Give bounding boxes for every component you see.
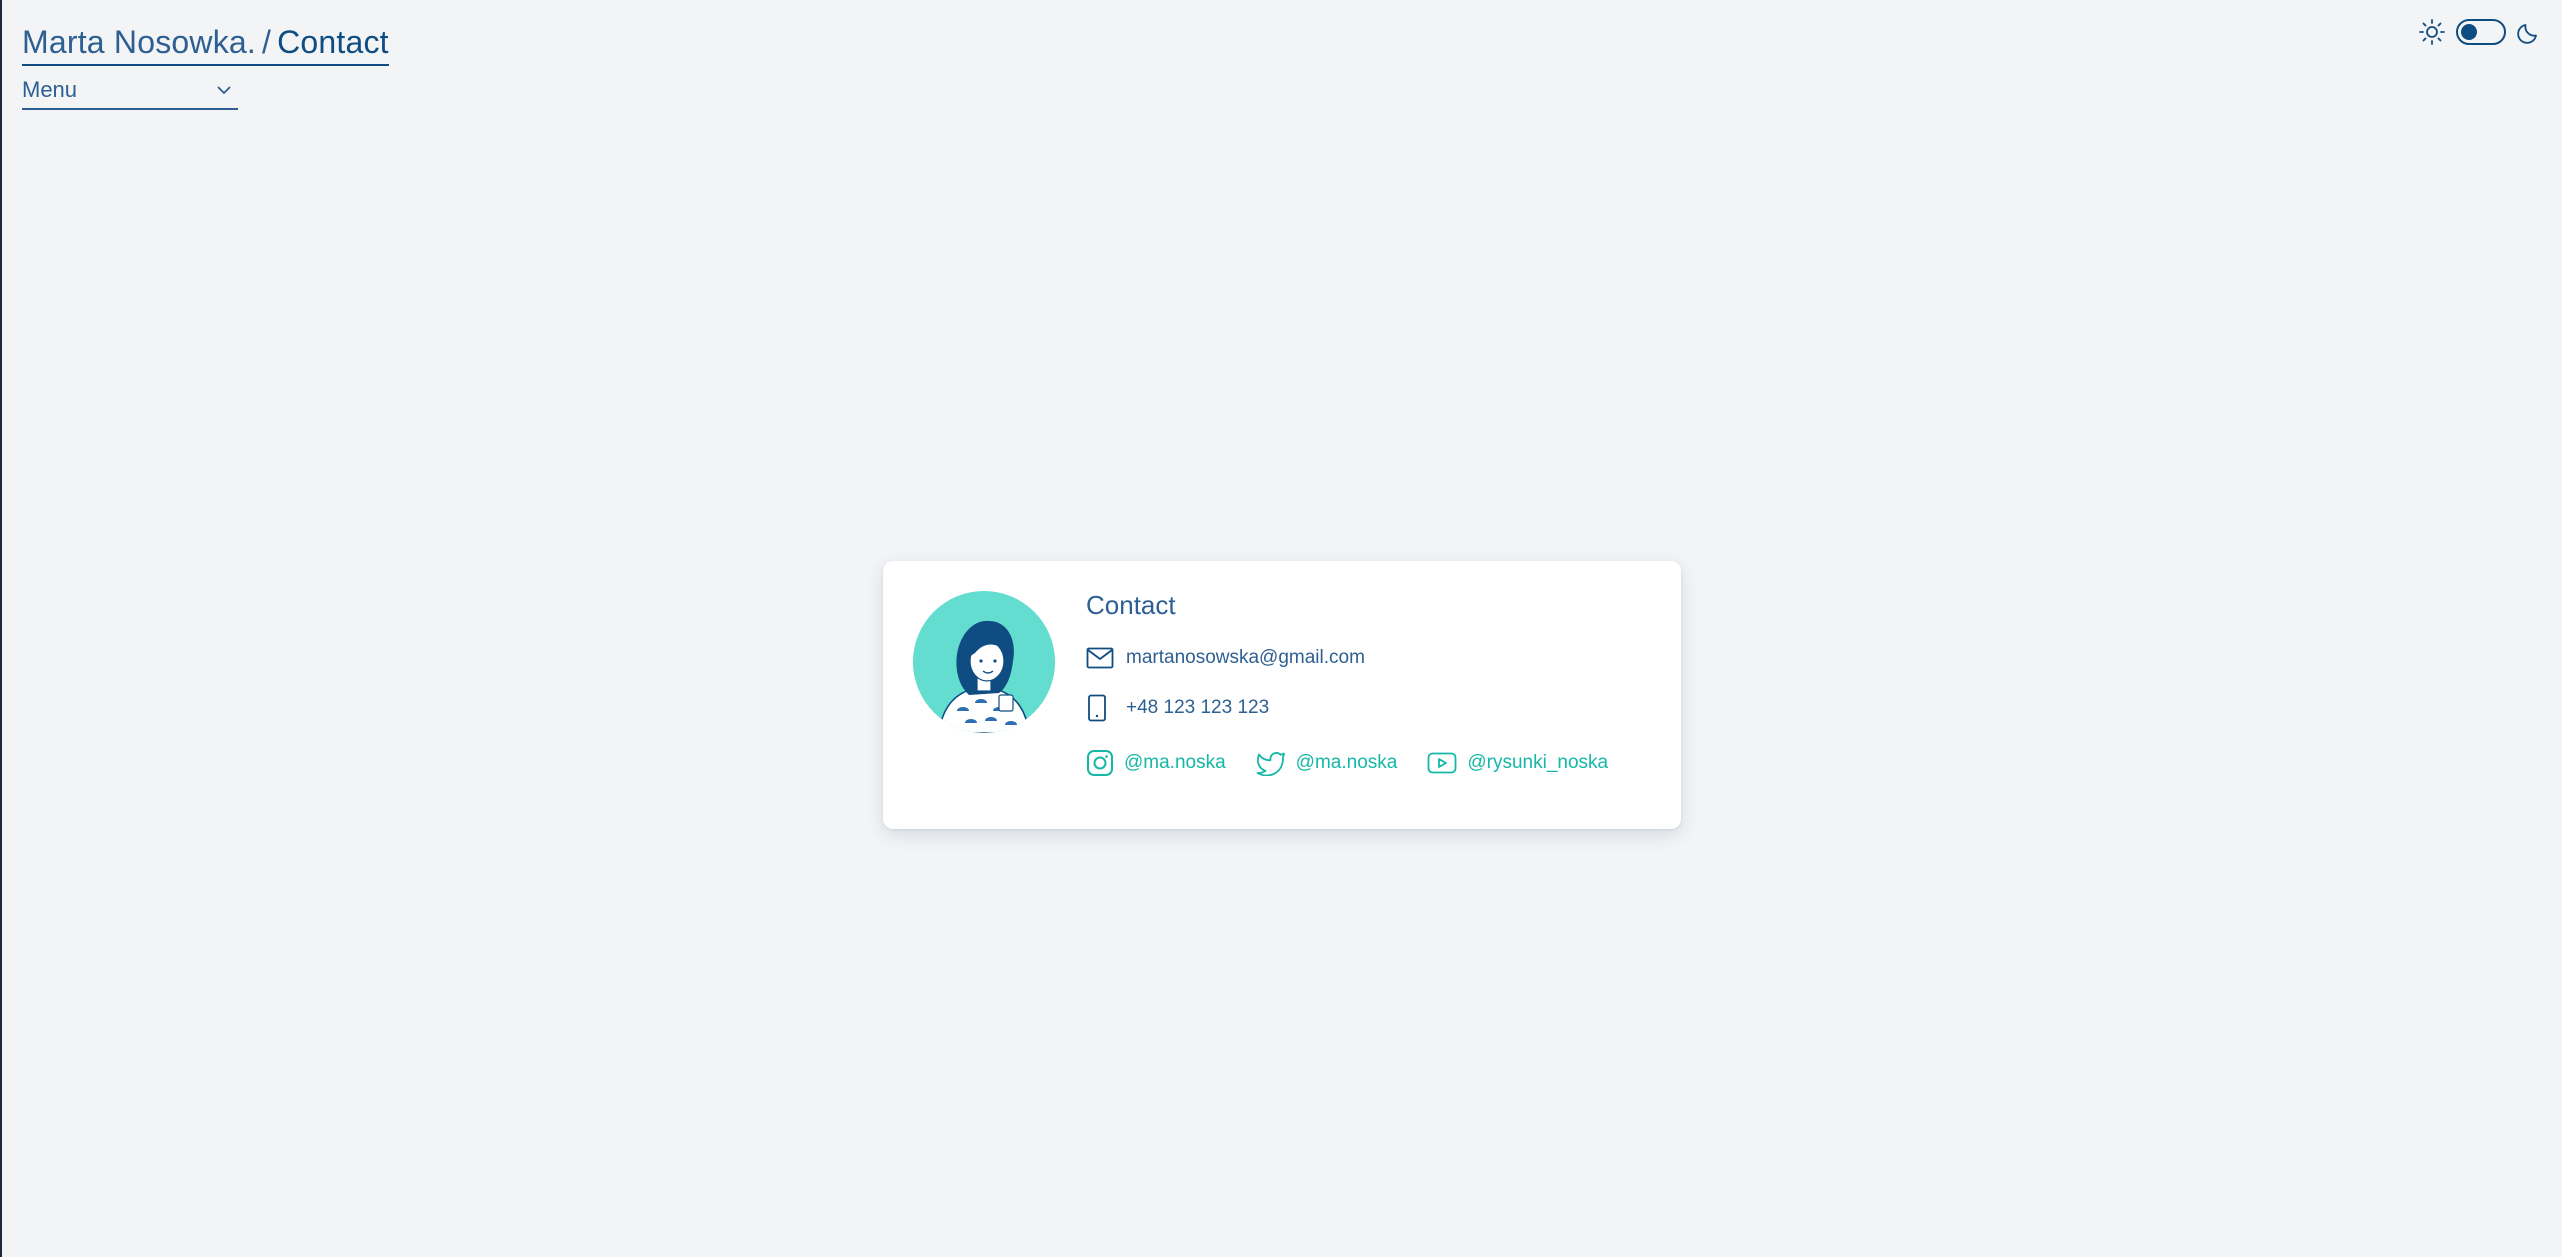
site-name-link[interactable]: Marta Nosowka.	[22, 24, 256, 60]
breadcrumb: Marta Nosowka. / Contact	[22, 22, 389, 66]
menu-label: Menu	[22, 77, 78, 102]
page-header: Marta Nosowka. / Contact Menu	[22, 22, 389, 110]
youtube-icon	[1427, 751, 1457, 775]
twitter-icon	[1256, 750, 1286, 776]
page-title: Contact	[277, 24, 389, 60]
youtube-link[interactable]: @rysunki_noska	[1427, 751, 1608, 775]
phone-row: +48 123 123 123	[1086, 693, 1638, 723]
instagram-icon	[1086, 749, 1114, 777]
contact-info: Contact martanosowska@gmail.com +48 123 …	[1086, 587, 1638, 777]
twitter-handle: @ma.noska	[1295, 752, 1398, 773]
phone-number[interactable]: +48 123 123 123	[1126, 697, 1269, 719]
theme-toggle[interactable]	[2456, 19, 2506, 45]
menu-dropdown[interactable]: Menu	[22, 72, 238, 110]
youtube-handle: @rysunki_noska	[1467, 752, 1609, 773]
social-links: @ma.noska @ma.noska @rysunki_noska	[1086, 749, 1638, 777]
email-row: martanosowska@gmail.com	[1086, 643, 1638, 673]
chevron-down-icon	[217, 86, 231, 95]
twitter-link[interactable]: @ma.noska	[1256, 750, 1398, 776]
contact-title: Contact	[1086, 590, 1176, 620]
email-link[interactable]: martanosowska@gmail.com	[1126, 647, 1365, 669]
phone-icon	[1086, 693, 1116, 723]
contact-card: Contact martanosowska@gmail.com +48 123 …	[883, 561, 1681, 829]
avatar-illustration	[913, 591, 1055, 733]
window-left-border	[0, 0, 2, 1257]
instagram-handle: @ma.noska	[1124, 752, 1226, 773]
instagram-link[interactable]: @ma.noska	[1086, 749, 1226, 777]
moon-icon[interactable]	[2516, 19, 2542, 45]
theme-switch	[2418, 18, 2542, 46]
mail-icon	[1086, 643, 1116, 673]
breadcrumb-separator: /	[262, 24, 272, 60]
avatar	[913, 591, 1055, 733]
theme-toggle-knob	[2461, 24, 2477, 40]
sun-icon[interactable]	[2418, 18, 2446, 46]
